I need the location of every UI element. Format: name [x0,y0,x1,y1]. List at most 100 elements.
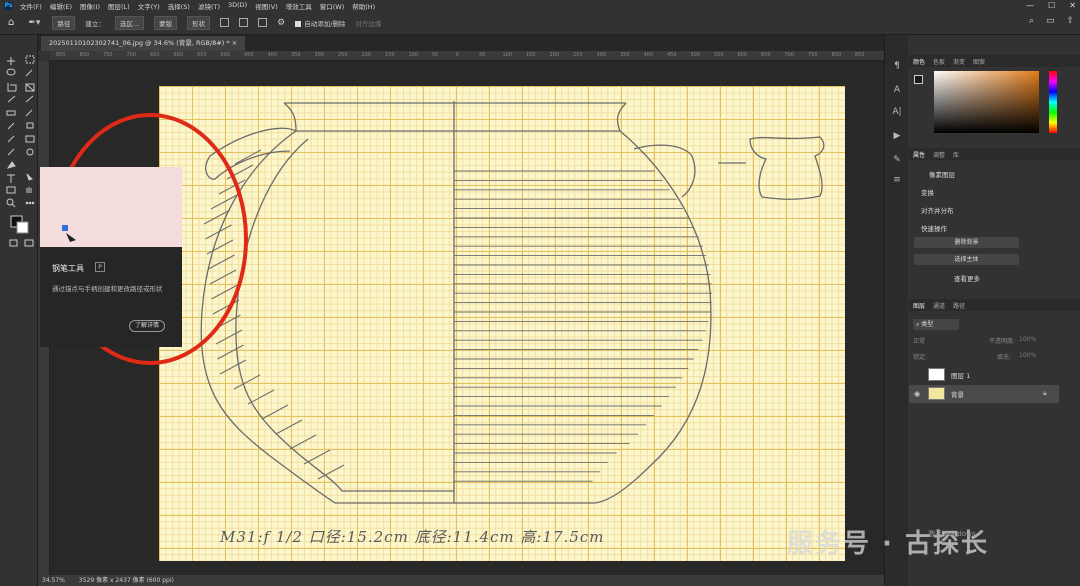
eye-icon[interactable]: ◉ [914,390,920,398]
align-section[interactable]: 对齐并分布 [921,205,954,215]
tab-swatches[interactable]: 色板 [933,57,945,66]
make-mask-button[interactable]: 蒙版 [154,15,178,30]
ruler-tick-label: 750 [103,52,113,58]
history-brush-tool-icon [26,122,34,129]
tab-properties[interactable]: 属性 [913,150,925,159]
brush-tool-icon [25,109,33,117]
pixel-layer-label: 像素图层 [929,171,955,179]
menu-item[interactable]: 图像(I) [80,1,100,11]
make-selection-button[interactable]: 选区... [114,15,145,30]
ruler-tick-label: 500 [690,52,701,58]
more-tools-icon [25,201,35,205]
pen-tool-tooltip: 钢笔工具 P 通过锚点与手柄创建和更改路径或形状 了解详情 [40,167,182,347]
menu-item[interactable]: 文字(Y) [138,1,160,11]
color-picker-field[interactable] [934,71,1039,133]
ruler-tick-label: 650 [150,52,160,58]
paragraph-icon[interactable]: ¶ [892,61,902,71]
actions-icon[interactable]: ▶ [892,131,902,141]
share-icon[interactable]: ⇧ [1066,16,1074,26]
workspace-icon[interactable]: ▭ [1046,16,1055,26]
menu-item[interactable]: 帮助(H) [352,1,375,11]
home-icon[interactable]: ⌂ [8,17,14,28]
tooltip-description: 通过锚点与手柄创建和更改路径或形状 [52,285,163,293]
tab-layers[interactable]: 图层 [913,301,925,310]
lasso-tool-icon [6,68,16,76]
move-tool-icon [7,57,15,65]
zoom-level[interactable]: 34.57% [42,575,65,586]
opacity-value[interactable]: 100% [1019,336,1036,343]
menu-item[interactable]: 文件(F) [20,1,42,11]
fill-value[interactable]: 100% [1019,352,1036,359]
path-alignment-icon[interactable] [239,18,249,27]
layer-row[interactable]: ◉ 背景 🔒︎ [909,385,1059,403]
close-tab-icon[interactable]: × [232,39,237,47]
layer-filter-kind[interactable]: ⌕ 类型 [913,319,959,330]
frame-tool-icon [25,83,35,92]
menu-items: 文件(F) 编辑(E) 图像(I) 图层(L) 文字(Y) 选择(S) 滤镜(T) 3D(D)… [20,1,375,11]
path-operations-icon[interactable] [220,18,230,27]
layer-row[interactable]: 图层 1 [909,366,1059,384]
tab-adjustments[interactable]: 调整 [933,150,945,159]
select-subject-button[interactable]: 选择主体 [914,254,1019,265]
make-shape-button[interactable]: 形状 [187,15,211,30]
ruler-tick-label: 350 [291,52,301,58]
menu-item[interactable]: 滤镜(T) [198,1,220,11]
ruler-tick-label: 600 [737,52,748,58]
foreground-swatch[interactable] [914,75,923,84]
ruler-tick-label: 450 [667,52,677,58]
tab-patterns[interactable]: 图案 [973,57,985,66]
menu-item[interactable]: 图层(L) [108,1,130,11]
tool-mode-select[interactable]: 路径 [52,15,76,30]
minimize-icon[interactable]: — [1026,0,1034,11]
maximize-icon[interactable]: ☐ [1048,0,1055,11]
menu-item[interactable]: 3D(D) [228,1,247,11]
transform-section[interactable]: 变换 [921,187,934,197]
auto-add-delete-checkbox[interactable]: 自动添加/删除 [295,18,345,28]
tab-libraries[interactable]: 库 [953,150,959,159]
ruler-tick-label: 850 [56,52,66,58]
quick-mask-icon [9,239,18,247]
blur-tool-icon [7,148,15,156]
hue-slider[interactable] [1049,71,1057,133]
menu-item[interactable]: 窗口(W) [320,1,345,11]
marquee-tool-icon [25,55,35,64]
adjust-sliders-icon[interactable]: ≡ [892,175,902,185]
brush-settings-icon[interactable]: ✎ [892,155,902,165]
blend-mode-select[interactable]: 正常 [913,336,925,345]
path-arrangement-icon[interactable] [258,18,268,27]
tab-color[interactable]: 颜色 [913,57,925,66]
character-icon[interactable]: A [892,85,902,95]
tools-panel [0,35,38,586]
ruler-tick-label: 350 [620,52,630,58]
ruler-tick-label: 650 [761,52,771,58]
menu-item[interactable]: 视图(V) [255,1,278,11]
layer-name: 图层 1 [951,372,971,380]
search-icon[interactable]: ⌕ [1029,16,1034,26]
ruler-tick-label: 200 [361,52,372,58]
photoshop-logo-icon: Ps [4,1,13,10]
ruler-tick-label: 550 [197,52,207,58]
tab-gradients[interactable]: 渐变 [953,57,965,66]
pen-tool-preset-icon[interactable]: ✒▾ [28,18,40,28]
menu-item[interactable]: 增效工具 [286,1,312,11]
tool-icons [6,55,35,247]
options-bar: ⌂ ✒▾ 路径 建立： 选区... 蒙版 形状 ⚙ 自动添加/删除 对齐边缘 [0,11,1080,35]
gear-icon[interactable]: ⚙ [277,18,285,28]
menu-item[interactable]: 编辑(E) [50,1,72,11]
type-tool-icon [7,174,15,183]
ruler-tick-label: 700 [126,52,137,58]
quick-actions-section[interactable]: 快速操作 [921,223,947,233]
tab-channels[interactable]: 通道 [933,301,945,310]
glyphs-icon[interactable]: A| [892,107,902,117]
document-tab[interactable]: 20250110102302741_06.jpg @ 34.6% (背景, RG… [41,36,246,51]
pen-cursor-icon [62,225,76,242]
ruler-tick-label: 150 [526,52,536,58]
close-icon[interactable]: ✕ [1069,0,1076,11]
remove-background-button[interactable]: 删除背景 [914,237,1019,248]
tooltip-shortcut: P [95,262,105,272]
learn-more-button[interactable]: 了解详情 [129,320,166,332]
tab-paths[interactable]: 路径 [953,301,965,310]
view-more-link[interactable]: 查看更多 [954,273,980,283]
align-edges-checkbox[interactable]: 对齐边缘 [355,18,381,28]
menu-item[interactable]: 选择(S) [168,1,190,11]
